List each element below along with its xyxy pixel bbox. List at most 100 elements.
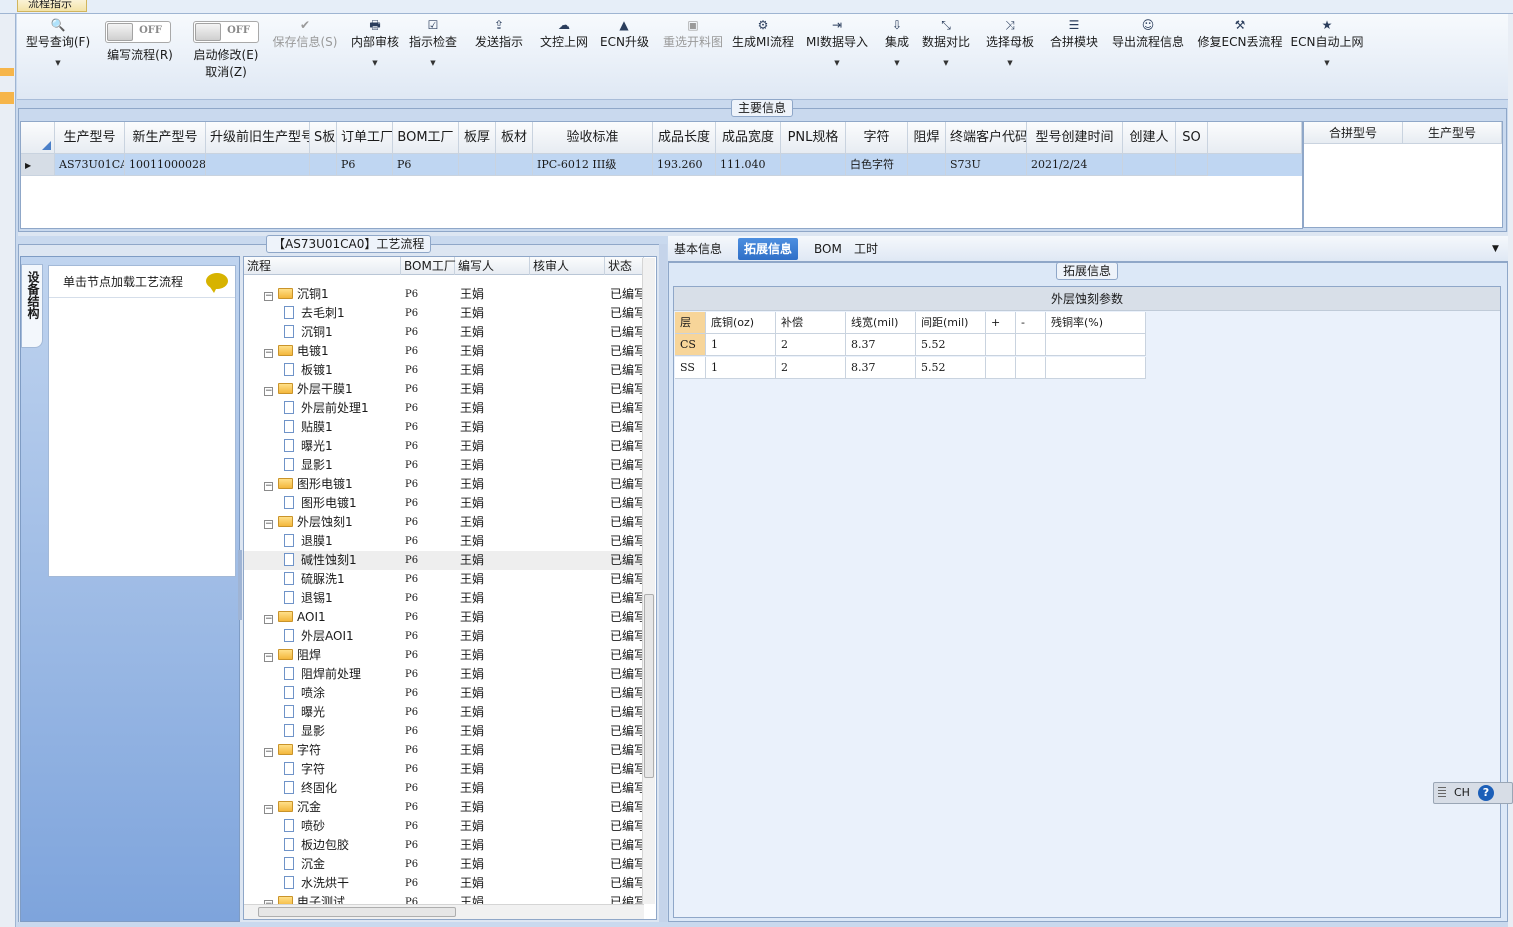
col-header[interactable]: 成品宽度	[716, 122, 781, 154]
select-all-corner[interactable]	[21, 122, 55, 154]
etch-cell[interactable]: 2	[776, 357, 846, 379]
col-header[interactable]: PNL规格	[781, 122, 846, 154]
collapse-icon[interactable]: −	[264, 805, 273, 814]
tree-horizontal-scrollbar[interactable]	[244, 904, 644, 919]
tab-extended-info[interactable]: 拓展信息	[738, 238, 799, 260]
cell[interactable]	[908, 154, 946, 176]
tree-item-row[interactable]: 硫脲洗1 P6 王娟 已编写	[244, 570, 646, 589]
etch-cell[interactable]: 1	[706, 334, 776, 356]
production-model-col[interactable]: 生产型号	[1403, 122, 1502, 144]
dropdown-arrow-icon[interactable]: ▼	[982, 59, 1038, 67]
mi-data-import-button[interactable]: ⇥ MI数据导入 ▼	[804, 14, 870, 94]
collapse-icon[interactable]: −	[264, 748, 273, 757]
tree-folder-row[interactable]: − AOI1 P6 王娟 已编写	[244, 608, 646, 627]
tree-item-row[interactable]: 沉铜1 P6 王娟 已编写	[244, 323, 646, 342]
collapse-icon[interactable]: −	[264, 520, 273, 529]
tree-item-row[interactable]: 退膜1 P6 王娟 已编写	[244, 532, 646, 551]
tree-item-row[interactable]: 沉金 P6 王娟 已编写	[244, 855, 646, 874]
left-splitter-handle[interactable]	[238, 550, 242, 620]
repair-ecn-lost-flow-button[interactable]: ⚒ 修复ECN丢流程	[1197, 14, 1283, 94]
collapse-icon[interactable]: −	[264, 387, 273, 396]
tree-item-row[interactable]: 碱性蚀刻1 P6 王娟 已编写	[244, 551, 646, 570]
col-header[interactable]: SO	[1176, 122, 1208, 154]
col-header[interactable]: 升级前旧生产型号	[206, 122, 310, 154]
window-title-tab[interactable]: 流程指示	[17, 0, 87, 12]
tree-folder-row[interactable]: − 沉铜1 P6 王娟 已编写	[244, 285, 646, 304]
tree-item-row[interactable]: 显影 P6 王娟 已编写	[244, 722, 646, 741]
dropdown-arrow-icon[interactable]: ▼	[21, 59, 95, 67]
tree-folder-row[interactable]: − 图形电镀1 P6 王娟 已编写	[244, 475, 646, 494]
data-compare-button[interactable]: ⤡ 数据对比 ▼	[918, 14, 974, 94]
etch-cell[interactable]: 5.52	[916, 357, 986, 379]
collapse-icon[interactable]: −	[264, 653, 273, 662]
row-indicator[interactable]: ▶	[21, 154, 55, 176]
edit-flow-toggle[interactable]: OFF	[105, 21, 171, 43]
tab-work-hours[interactable]: 工时	[848, 238, 884, 260]
dropdown-arrow-icon[interactable]: ▼	[1289, 59, 1365, 67]
cell[interactable]	[781, 154, 846, 176]
col-header[interactable]: 板厚	[459, 122, 496, 154]
cell[interactable]	[310, 154, 337, 176]
cell[interactable]	[496, 154, 533, 176]
tree-folder-row[interactable]: − 外层蚀刻1 P6 王娟 已编写	[244, 513, 646, 532]
tree-item-row[interactable]: 板镀1 P6 王娟 已编写	[244, 361, 646, 380]
etch-cell[interactable]	[1046, 334, 1146, 356]
tree-item-row[interactable]: 外层前处理1 P6 王娟 已编写	[244, 399, 646, 418]
cell[interactable]: S73U	[946, 154, 1027, 176]
tree-item-row[interactable]: 图形电镀1 P6 王娟 已编写	[244, 494, 646, 513]
col-header[interactable]: S板	[310, 122, 337, 154]
col-header[interactable]: BOM工厂	[393, 122, 459, 154]
col-writer[interactable]: 编写人	[455, 257, 530, 275]
reselect-cut-image-button[interactable]: ▣ 重选开料图	[657, 14, 729, 94]
tree-item-row[interactable]: 字符 P6 王娟 已编写	[244, 760, 646, 779]
tree-item-row[interactable]: 喷涂 P6 王娟 已编写	[244, 684, 646, 703]
save-info-button[interactable]: ✔ 保存信息(S)	[267, 14, 343, 94]
cell[interactable]: 白色字符	[846, 154, 908, 176]
cell[interactable]	[459, 154, 496, 176]
tab-basic-info[interactable]: 基本信息	[668, 238, 728, 260]
etch-cell[interactable]	[1016, 334, 1046, 356]
etch-cell[interactable]: 5.52	[916, 334, 986, 356]
doc-upload-button[interactable]: ☁ 文控上网	[536, 14, 592, 94]
help-icon[interactable]: ?	[1478, 785, 1494, 801]
etch-cell[interactable]	[986, 357, 1016, 379]
tree-item-row[interactable]: 终固化 P6 王娟 已编写	[244, 779, 646, 798]
send-instruction-button[interactable]: ⇪ 发送指示	[471, 14, 527, 94]
cell[interactable]: 10011000028797	[125, 154, 206, 176]
tab-menu-chevron-down-icon[interactable]: ▼	[1486, 238, 1505, 260]
cell[interactable]	[206, 154, 310, 176]
tree-vertical-scrollbar[interactable]	[642, 258, 655, 904]
etch-cell[interactable]	[1046, 357, 1146, 379]
etch-cell[interactable]: CS	[675, 334, 706, 356]
export-flow-info-button[interactable]: ☺ 导出流程信息	[1108, 14, 1188, 94]
col-header[interactable]: 成品长度	[653, 122, 716, 154]
etch-cell[interactable]: 2	[776, 334, 846, 356]
tree-folder-row[interactable]: − 字符 P6 王娟 已编写	[244, 741, 646, 760]
etch-cell[interactable]: 8.37	[846, 357, 916, 379]
cell[interactable]: 2021/2/24	[1027, 154, 1123, 176]
integrate-button[interactable]: ⇩ 集成 ▼	[877, 14, 917, 94]
col-header[interactable]: 板材	[496, 122, 533, 154]
tree-item-row[interactable]: 外层AOI1 P6 王娟 已编写	[244, 627, 646, 646]
tree-folder-row[interactable]: − 外层干膜1 P6 王娟 已编写	[244, 380, 646, 399]
ecn-upgrade-button[interactable]: ▲ ECN升级	[600, 14, 649, 94]
etch-cell[interactable]: 1	[706, 357, 776, 379]
tree-folder-row[interactable]: − 阻焊 P6 王娟 已编写	[244, 646, 646, 665]
cell[interactable]	[1176, 154, 1208, 176]
scroll-thumb[interactable]	[644, 594, 654, 778]
col-header[interactable]: 验收标准	[533, 122, 653, 154]
collapse-icon[interactable]: −	[264, 482, 273, 491]
etch-cell[interactable]: SS	[675, 357, 706, 379]
tree-item-row[interactable]: 板边包胶 P6 王娟 已编写	[244, 836, 646, 855]
tree-item-row[interactable]: 退锡1 P6 王娟 已编写	[244, 589, 646, 608]
tree-item-row[interactable]: 曝光 P6 王娟 已编写	[244, 703, 646, 722]
dropdown-arrow-icon[interactable]: ▼	[877, 59, 917, 67]
tab-bom[interactable]: BOM	[808, 238, 848, 260]
tree-item-row[interactable]: 曝光1 P6 王娟 已编写	[244, 437, 646, 456]
tree-item-row[interactable]: 阻焊前处理 P6 王娟 已编写	[244, 665, 646, 684]
tab-device-structure[interactable]: 设备结构	[21, 264, 43, 348]
col-header[interactable]: 终端客户代码	[946, 122, 1027, 154]
cell[interactable]: P6	[337, 154, 393, 176]
col-header[interactable]: 阻焊	[908, 122, 946, 154]
tree-folder-row[interactable]: − 电镀1 P6 王娟 已编写	[244, 342, 646, 361]
